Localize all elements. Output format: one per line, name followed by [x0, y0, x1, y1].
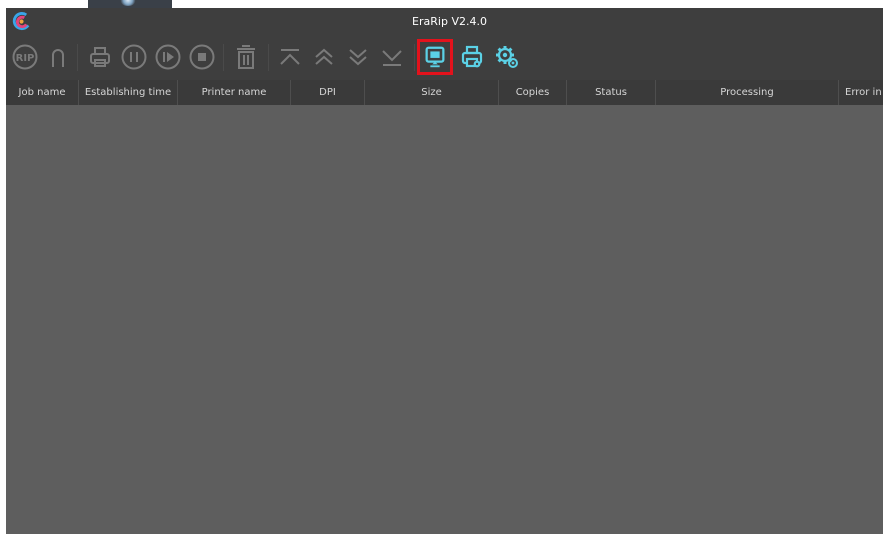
rip-button[interactable]: RIP	[9, 41, 41, 73]
toolbar-separator	[414, 44, 415, 71]
delete-button[interactable]	[230, 41, 262, 73]
magnet-button[interactable]	[42, 41, 74, 73]
column-copies[interactable]: Copies	[499, 80, 567, 105]
gear-icon	[496, 46, 518, 68]
move-top-button[interactable]	[274, 41, 306, 73]
column-establishing-time[interactable]: Establishing time	[79, 80, 178, 105]
stop-icon	[189, 44, 215, 70]
move-top-icon	[280, 49, 300, 65]
column-size[interactable]: Size	[365, 80, 499, 105]
job-table-header: Job name Establishing time Printer name …	[6, 80, 883, 105]
column-error-info[interactable]: Error in	[839, 80, 883, 105]
rip-icon: RIP	[12, 44, 38, 70]
column-status[interactable]: Status	[567, 80, 656, 105]
move-bottom-button[interactable]	[376, 41, 408, 73]
move-up-icon	[315, 48, 333, 65]
move-down-icon	[349, 49, 367, 66]
move-up-button[interactable]	[308, 41, 340, 73]
monitor-icon	[425, 46, 445, 68]
job-list[interactable]	[6, 105, 883, 534]
toolbar-separator	[268, 44, 269, 71]
toolbar: RIP	[6, 35, 883, 80]
stop-button[interactable]	[186, 41, 218, 73]
printer-settings-button[interactable]	[456, 41, 488, 73]
app-window: EraRip V2.4.0 RIP Job name Establishing …	[6, 8, 883, 534]
window-title: EraRip V2.4.0	[412, 15, 487, 28]
settings-button[interactable]	[491, 41, 523, 73]
column-processing[interactable]: Processing	[656, 80, 839, 105]
move-bottom-icon	[382, 50, 402, 66]
column-job-name[interactable]: Job name	[6, 80, 79, 105]
desktop-thumbnail	[88, 0, 172, 8]
pause-icon	[121, 44, 147, 70]
pause-button[interactable]	[118, 41, 150, 73]
column-printer-name[interactable]: Printer name	[178, 80, 291, 105]
thumbnail-glow	[120, 0, 136, 6]
toolbar-separator	[77, 44, 78, 71]
play-button[interactable]	[152, 41, 184, 73]
title-bar: EraRip V2.4.0	[6, 8, 883, 35]
rip-icon-text: RIP	[16, 53, 35, 64]
printer-settings-icon	[461, 45, 483, 68]
play-icon	[155, 44, 181, 70]
monitor-button[interactable]	[417, 39, 453, 75]
toolbar-separator	[223, 44, 224, 71]
print-icon	[90, 47, 110, 67]
column-dpi[interactable]: DPI	[291, 80, 365, 105]
magnet-icon	[52, 49, 64, 67]
delete-icon	[237, 45, 255, 69]
move-down-button[interactable]	[342, 41, 374, 73]
print-button[interactable]	[84, 41, 116, 73]
